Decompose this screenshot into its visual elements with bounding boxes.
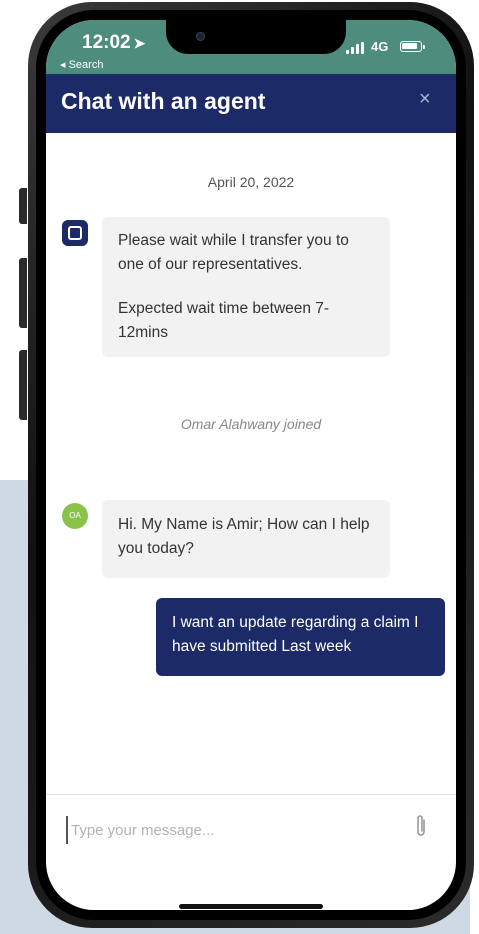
status-bar: 12:02 ➤ ◂ Search 4G [46,20,456,74]
close-icon[interactable]: × [419,88,431,111]
volume-down-button [19,350,27,420]
message-text: Hi. My Name is Amir; How can I help you … [118,516,370,557]
location-arrow-icon: ➤ [133,35,146,51]
battery-icon [400,41,425,52]
message-bubble-user: I want an update regarding a claim I hav… [156,598,445,676]
network-label: 4G [371,39,389,54]
avatar: OA [62,503,88,529]
message-bubble-bot: Please wait while I transfer you to one … [102,217,390,357]
message-text: Please wait while I transfer you to one … [118,232,349,273]
signal-icon [346,42,366,54]
home-indicator [179,904,323,909]
message-text: Expected wait time between 7-12mins [118,300,330,341]
message-bubble-agent: Hi. My Name is Amir; How can I help you … [102,500,390,578]
message-text: I want an update regarding a claim I hav… [172,614,419,655]
composer-divider [46,794,456,795]
camera-icon [196,32,205,41]
message-input[interactable] [66,816,403,844]
page-title: Chat with an agent [61,88,266,114]
bot-icon [62,220,88,246]
phone-screen: 12:02 ➤ ◂ Search 4G Chat with an agent × … [46,20,456,910]
back-to-search-link[interactable]: ◂ Search [60,58,103,71]
silent-switch [19,188,27,224]
paperclip-icon[interactable] [414,813,428,839]
agent-joined-notice: Omar Alahwany joined [180,416,322,432]
status-time: 12:02 [82,32,131,53]
chat-date: April 20, 2022 [207,174,295,190]
chat-header: Chat with an agent × [46,74,456,133]
volume-up-button [19,258,27,328]
notch [166,20,346,54]
status-time-group: 12:02 ➤ [82,32,145,54]
